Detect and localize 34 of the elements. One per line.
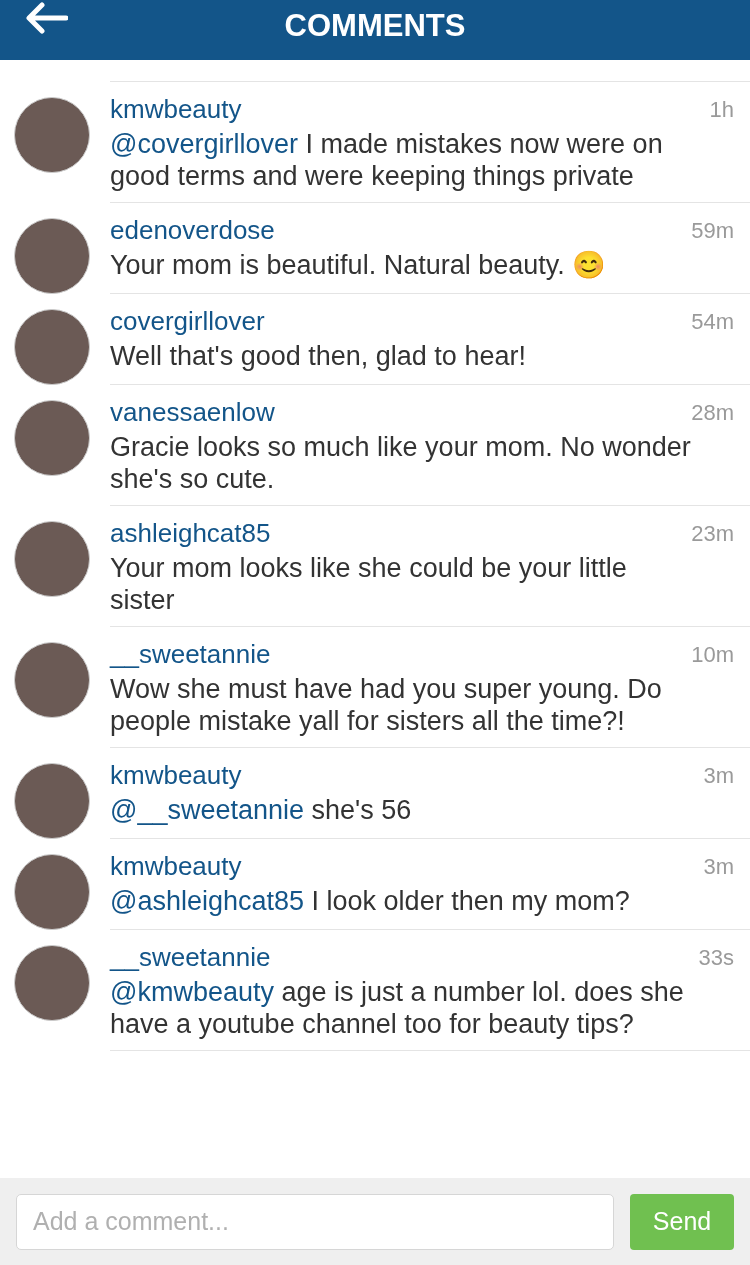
username[interactable]: kmwbeauty <box>110 846 242 886</box>
comment-input[interactable]: Add a comment... <box>16 1193 614 1250</box>
comment-text: @__sweetannie she's 56 <box>110 794 413 826</box>
comment-text: Gracie looks so much like your mom. No wonder she's so cute. <box>110 431 692 495</box>
timestamp: 54m <box>691 307 734 336</box>
timestamp: 33s <box>698 943 734 972</box>
comment-text: Your mom looks like she could be your little sister <box>110 552 628 616</box>
timestamp: 3m <box>703 852 734 881</box>
timestamp: 28m <box>691 398 734 427</box>
timestamp: 59m <box>691 216 734 245</box>
username[interactable]: __sweetannie <box>110 937 271 977</box>
mention-link[interactable]: @covergirllover <box>110 129 298 159</box>
back-arrow-icon[interactable] <box>24 2 68 34</box>
timestamp: 23m <box>691 519 734 548</box>
comment-text: @covergirllover I made mistakes now were on good terms and were keeping things private <box>110 128 664 192</box>
mention-link[interactable]: @__sweetannie <box>110 795 305 825</box>
username[interactable]: vanessaenlow <box>110 392 275 432</box>
username[interactable]: edenoverdose <box>110 210 275 250</box>
username[interactable]: covergirllover <box>110 301 265 341</box>
page-title: COMMENTS <box>284 6 466 45</box>
username[interactable]: __sweetannie <box>110 634 271 674</box>
timestamp: 1h <box>709 95 734 124</box>
timestamp: 3m <box>703 761 734 790</box>
mention-link[interactable]: @kmwbeauty <box>110 977 274 1007</box>
comment-text: Wow she must have had you super young. Do people mistake yall for sisters all the time?! <box>110 673 663 737</box>
timestamp: 10m <box>691 640 734 669</box>
comment-text: Your mom is beautiful. Natural beauty. 😊 <box>110 249 608 281</box>
username[interactable]: kmwbeauty <box>110 89 242 129</box>
username[interactable]: kmwbeauty <box>110 755 242 795</box>
comment-text: Well that's good then, glad to hear! <box>110 340 527 372</box>
comment-text: @kmwbeauty age is just a number lol. does she have a youtube channel too for beauty tips? <box>110 976 685 1040</box>
username[interactable]: ashleighcat85 <box>110 513 271 553</box>
mention-link[interactable]: @ashleighcat85 <box>110 886 305 916</box>
comment-text: @ashleighcat85 I look older then my mom? <box>110 885 631 917</box>
